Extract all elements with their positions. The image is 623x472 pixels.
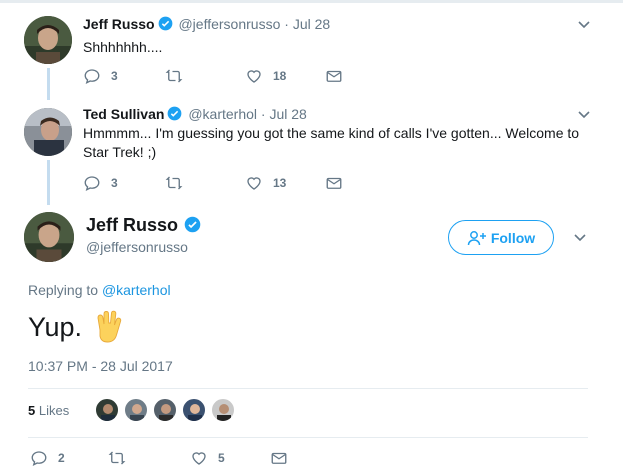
liker-avatar[interactable] <box>211 398 235 422</box>
liker-avatar[interactable] <box>182 398 206 422</box>
like-count: 13 <box>273 176 287 190</box>
chevron-down-icon[interactable] <box>577 108 591 122</box>
tweet-header: Ted Sullivan @karterhol · Jul 28 <box>83 106 307 122</box>
like-heart-icon <box>247 177 261 190</box>
tweet-text-content: Yup. <box>28 311 83 342</box>
retweet-button[interactable] <box>108 448 136 468</box>
verified-badge-icon <box>168 106 182 121</box>
direct-message-button[interactable] <box>325 173 353 193</box>
reply-button[interactable]: 2 <box>30 448 65 468</box>
follow-person-plus-icon <box>467 230 486 245</box>
divider <box>28 437 588 438</box>
likes-label: Likes <box>38 403 70 418</box>
verified-badge-icon <box>158 16 172 31</box>
reply-count: 2 <box>58 451 65 465</box>
direct-message-icon <box>326 177 342 189</box>
chevron-down-icon[interactable] <box>573 231 587 245</box>
display-name[interactable]: Ted Sullivan <box>83 106 164 122</box>
handle[interactable]: @karterhol <box>188 106 257 122</box>
like-button[interactable]: 18 <box>245 66 286 86</box>
reply-count: 3 <box>111 69 118 83</box>
liker-avatar[interactable] <box>153 398 177 422</box>
tweet-text: Shhhhhhh.... <box>83 39 163 55</box>
tweet-text: Hmmmm... I'm guessing you got the same k… <box>83 125 580 160</box>
retweet-button[interactable] <box>165 66 193 86</box>
replying-to: Replying to @karterhol <box>28 282 171 298</box>
retweet-icon <box>108 451 126 465</box>
retweet-button[interactable] <box>165 173 193 193</box>
divider <box>28 388 588 389</box>
display-name-text: Jeff Russo <box>86 215 179 235</box>
like-button[interactable]: 5 <box>190 448 225 468</box>
tweet-time[interactable]: Jul 28 <box>269 106 306 122</box>
likes-stat[interactable]: 5 Likes <box>28 403 69 418</box>
like-heart-icon <box>192 452 206 465</box>
direct-message-icon <box>326 70 342 82</box>
thread-connector <box>47 160 50 205</box>
separator-dot: · <box>260 106 266 122</box>
reply-icon <box>84 176 100 192</box>
tweet-header: Jeff Russo @jeffersonrusso · Jul 28 <box>83 16 330 32</box>
follow-button[interactable]: Follow <box>448 220 554 255</box>
avatar-ted-sullivan[interactable] <box>24 108 72 156</box>
direct-message-icon <box>271 452 287 464</box>
tweet-actions: 3 13 <box>83 173 383 193</box>
reply-icon <box>31 451 47 467</box>
direct-message-button[interactable] <box>325 66 353 86</box>
handle[interactable]: @jeffersonrusso <box>178 16 280 32</box>
vulcan-salute-emoji <box>97 310 122 343</box>
tweet-time[interactable]: Jul 28 <box>293 16 330 32</box>
chevron-down-icon[interactable] <box>577 18 591 32</box>
retweet-icon <box>165 69 183 83</box>
like-count: 5 <box>218 451 225 465</box>
tweet-timestamp[interactable]: 10:37 PM - 28 Jul 2017 <box>28 358 173 374</box>
display-name[interactable]: Jeff Russo <box>86 215 203 236</box>
tweet-actions: 2 5 <box>30 448 330 468</box>
liker-avatar[interactable] <box>124 398 148 422</box>
verified-badge-icon <box>184 216 201 233</box>
likes-count: 5 <box>28 403 36 418</box>
retweet-icon <box>165 176 183 190</box>
follow-label: Follow <box>490 229 536 246</box>
replying-to-link[interactable]: @karterhol <box>102 282 171 298</box>
like-heart-icon <box>247 70 261 83</box>
reply-icon <box>84 69 100 85</box>
reply-button[interactable]: 3 <box>83 66 118 86</box>
top-divider <box>0 0 623 3</box>
thread-connector <box>47 68 50 100</box>
tweet-text: Yup. <box>28 310 124 344</box>
tweet-actions: 3 18 <box>83 66 383 86</box>
reply-count: 3 <box>111 176 118 190</box>
like-button[interactable]: 13 <box>245 173 286 193</box>
replying-prefix: Replying to <box>28 282 99 298</box>
avatar-jeff-russo[interactable] <box>24 212 74 262</box>
like-count: 18 <box>273 69 287 83</box>
handle[interactable]: @jeffersonrusso <box>86 239 188 255</box>
direct-message-button[interactable] <box>270 448 298 468</box>
avatar-jeff-russo[interactable] <box>24 16 72 64</box>
reply-button[interactable]: 3 <box>83 173 118 193</box>
separator-dot: · <box>284 16 289 32</box>
liker-avatar[interactable] <box>95 398 119 422</box>
display-name[interactable]: Jeff Russo <box>83 16 155 32</box>
likers-avatars <box>95 398 240 426</box>
